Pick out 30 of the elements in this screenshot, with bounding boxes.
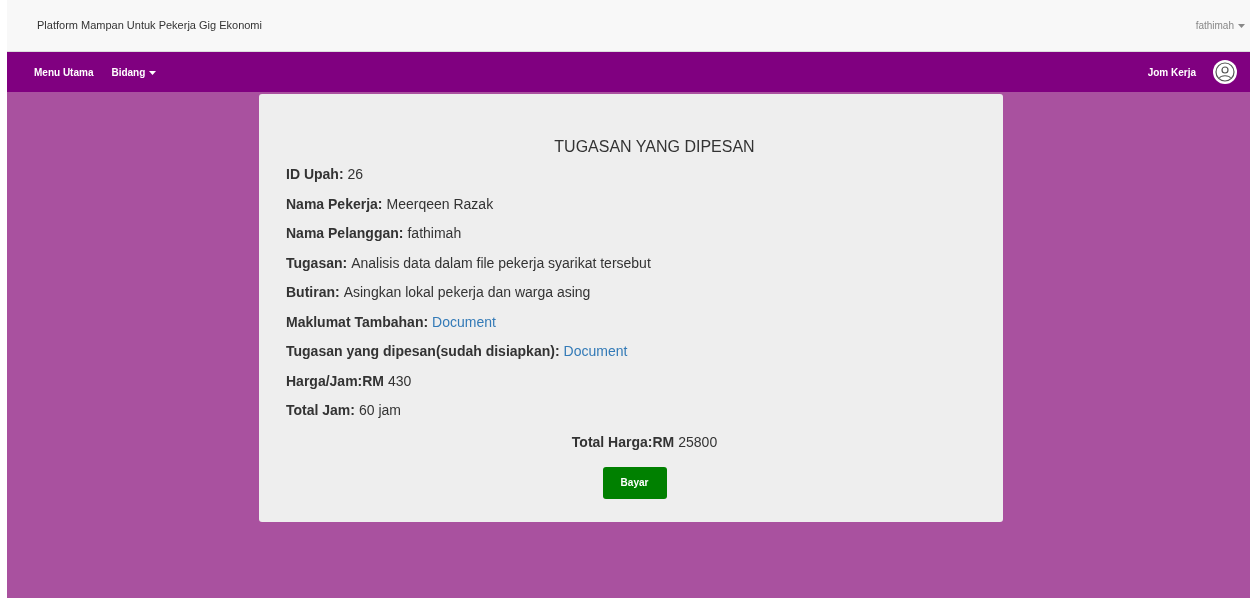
field-label: Total Jam: xyxy=(286,401,355,420)
field-label: Butiran: xyxy=(286,283,340,302)
field-value: fathimah xyxy=(407,224,462,243)
document-link[interactable]: Document xyxy=(432,311,496,333)
nav-link[interactable]: Jom Kerja xyxy=(1147,64,1196,80)
nav-link[interactable]: Menu Utama xyxy=(34,64,94,80)
site-title: Platform Mampan Untuk Pekerja Gig Ekonomi xyxy=(37,18,262,34)
field-value: 60 jam xyxy=(359,401,401,420)
field-label: Harga/Jam:RM xyxy=(286,371,385,391)
caret-icon xyxy=(1238,24,1245,29)
field-label: Nama Pelanggan: xyxy=(286,224,404,243)
field-label: Tugasan yang dipesan(sudah disiapkan): xyxy=(286,342,560,361)
field-value: 430 xyxy=(388,371,412,391)
caret-icon xyxy=(149,70,157,75)
total-label: Total Harga:RM xyxy=(571,432,675,452)
pay-button[interactable]: Bayar xyxy=(602,466,667,499)
field-value: Analisis data dalam file pekerja syarikat tersebut xyxy=(351,253,651,273)
card-title: TUGASAN YANG DIPESAN xyxy=(553,137,756,157)
field-value: Meerqeen Razak xyxy=(386,194,494,214)
field-label: Nama Pekerja: xyxy=(286,194,383,214)
field-value: 26 xyxy=(347,165,364,184)
field-value: Asingkan lokal pekerja dan warga asing xyxy=(343,283,591,302)
user-menu[interactable]: fathimah xyxy=(1195,18,1245,33)
field-label: Maklumat Tambahan: xyxy=(286,312,429,332)
user-avatar-icon[interactable] xyxy=(1212,59,1238,85)
document-link[interactable]: Document xyxy=(563,341,628,362)
field-label: Tugasan: xyxy=(286,253,348,273)
field-label: ID Upah: xyxy=(286,165,344,184)
nav-link[interactable]: Bidang xyxy=(111,64,157,80)
total-value: 25800 xyxy=(678,432,718,452)
